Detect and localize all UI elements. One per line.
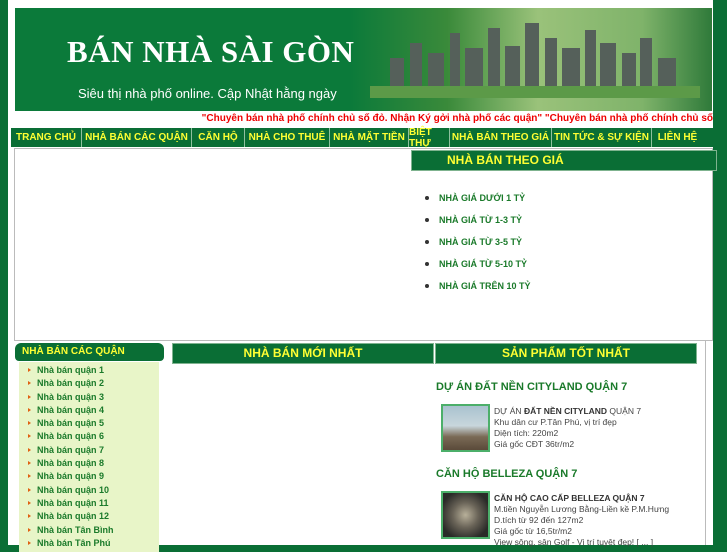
nav-frontage[interactable]: NHÀ MẶT TIỀN [330, 128, 409, 147]
newest-title: NHÀ BÁN MỚI NHẤT [172, 343, 434, 364]
site-title: BÁN NHÀ SÀI GÒN [67, 34, 355, 69]
district-link[interactable]: Nhà bán quận 7 [19, 445, 159, 458]
price-link[interactable]: NHÀ GIÁ TỪ 3-5 TỶ [425, 237, 531, 259]
district-link[interactable]: Nhà bán Tân Bình [19, 525, 159, 538]
district-link[interactable]: Nhà bán quận 8 [19, 458, 159, 471]
product-thumbnail[interactable] [441, 491, 490, 539]
nav-home[interactable]: TRANG CHỦ [11, 128, 82, 147]
nav-villa[interactable]: BIỆT THỰ [409, 127, 450, 149]
best-title: SẢN PHẨM TỐT NHẤT [435, 343, 697, 364]
page: BÁN NHÀ SÀI GÒN Siêu thị nhà phố online.… [8, 0, 717, 552]
district-link[interactable]: Nhà bán quận 4 [19, 405, 159, 418]
site-subtitle: Siêu thị nhà phố online. Cập Nhật hằng n… [78, 86, 337, 101]
nav-by-price[interactable]: NHÀ BÁN THEO GIÁ [450, 128, 552, 147]
top-content-box: NHÀ BÁN THEO GIÁ NHÀ GIÁ DƯỚI 1 TỶ NHÀ G… [14, 148, 717, 341]
district-list: Nhà bán quận 1 Nhà bán quận 2 Nhà bán qu… [19, 362, 159, 552]
nav-rent[interactable]: NHÀ CHO THUÊ [245, 128, 330, 147]
nav-news[interactable]: TIN TỨC & SỰ KIỆN [552, 128, 652, 147]
price-link[interactable]: NHÀ GIÁ TỪ 1-3 TỶ [425, 215, 531, 237]
city-skyline-image [370, 23, 700, 98]
price-link[interactable]: NHÀ GIÁ TỪ 5-10 TỶ [425, 259, 531, 281]
sidebar-title: NHÀ BÁN CÁC QUẬN [15, 343, 164, 361]
divider [705, 341, 706, 545]
price-link[interactable]: NHÀ GIÁ DƯỚI 1 TỶ [425, 193, 531, 215]
district-link[interactable]: Nhà bán quận 9 [19, 471, 159, 484]
main-nav: TRANG CHỦ NHÀ BÁN CÁC QUẬN CĂN HỘ NHÀ CH… [11, 127, 713, 149]
district-link[interactable]: Nhà bán quận 11 [19, 498, 159, 511]
header-banner: BÁN NHÀ SÀI GÒN Siêu thị nhà phố online.… [15, 8, 712, 111]
marquee-text: "Chuyên bán nhà phố chính chủ sổ đỏ. Nhậ… [201, 113, 713, 124]
nav-districts[interactable]: NHÀ BÁN CÁC QUẬN [82, 128, 192, 147]
price-list: NHÀ GIÁ DƯỚI 1 TỶ NHÀ GIÁ TỪ 1-3 TỶ NHÀ … [425, 193, 531, 303]
district-link[interactable]: Nhà bán quận 12 [19, 511, 159, 524]
product-title[interactable]: CĂN HỘ BELLEZA QUẬN 7 [436, 468, 577, 480]
product-thumbnail[interactable] [441, 404, 490, 452]
price-link[interactable]: NHÀ GIÁ TRÊN 10 TỶ [425, 281, 531, 303]
price-panel-title: NHÀ BÁN THEO GIÁ [411, 150, 717, 171]
product-description: DỰ ÁN ĐẤT NỀN CITYLAND QUẬN 7 Khu dân cư… [494, 406, 642, 449]
district-link[interactable]: Nhà bán quận 2 [19, 378, 159, 391]
nav-apartments[interactable]: CĂN HỘ [192, 128, 245, 147]
district-link[interactable]: Nhà bán quận 10 [19, 485, 159, 498]
nav-contact[interactable]: LIÊN HỆ [652, 128, 703, 147]
district-link[interactable]: Nhà bán quận 6 [19, 431, 159, 444]
district-link[interactable]: Nhà bán quận 3 [19, 392, 159, 405]
product-description: CĂN HỘ CAO CẤP BELLEZA QUẬN 7 M.tiền Ngu… [494, 493, 670, 547]
district-link[interactable]: Nhà bán quận 1 [19, 365, 159, 378]
product-title[interactable]: DỰ ÁN ĐẤT NỀN CITYLAND QUẬN 7 [436, 381, 627, 393]
district-link[interactable]: Nhà bán quận 5 [19, 418, 159, 431]
